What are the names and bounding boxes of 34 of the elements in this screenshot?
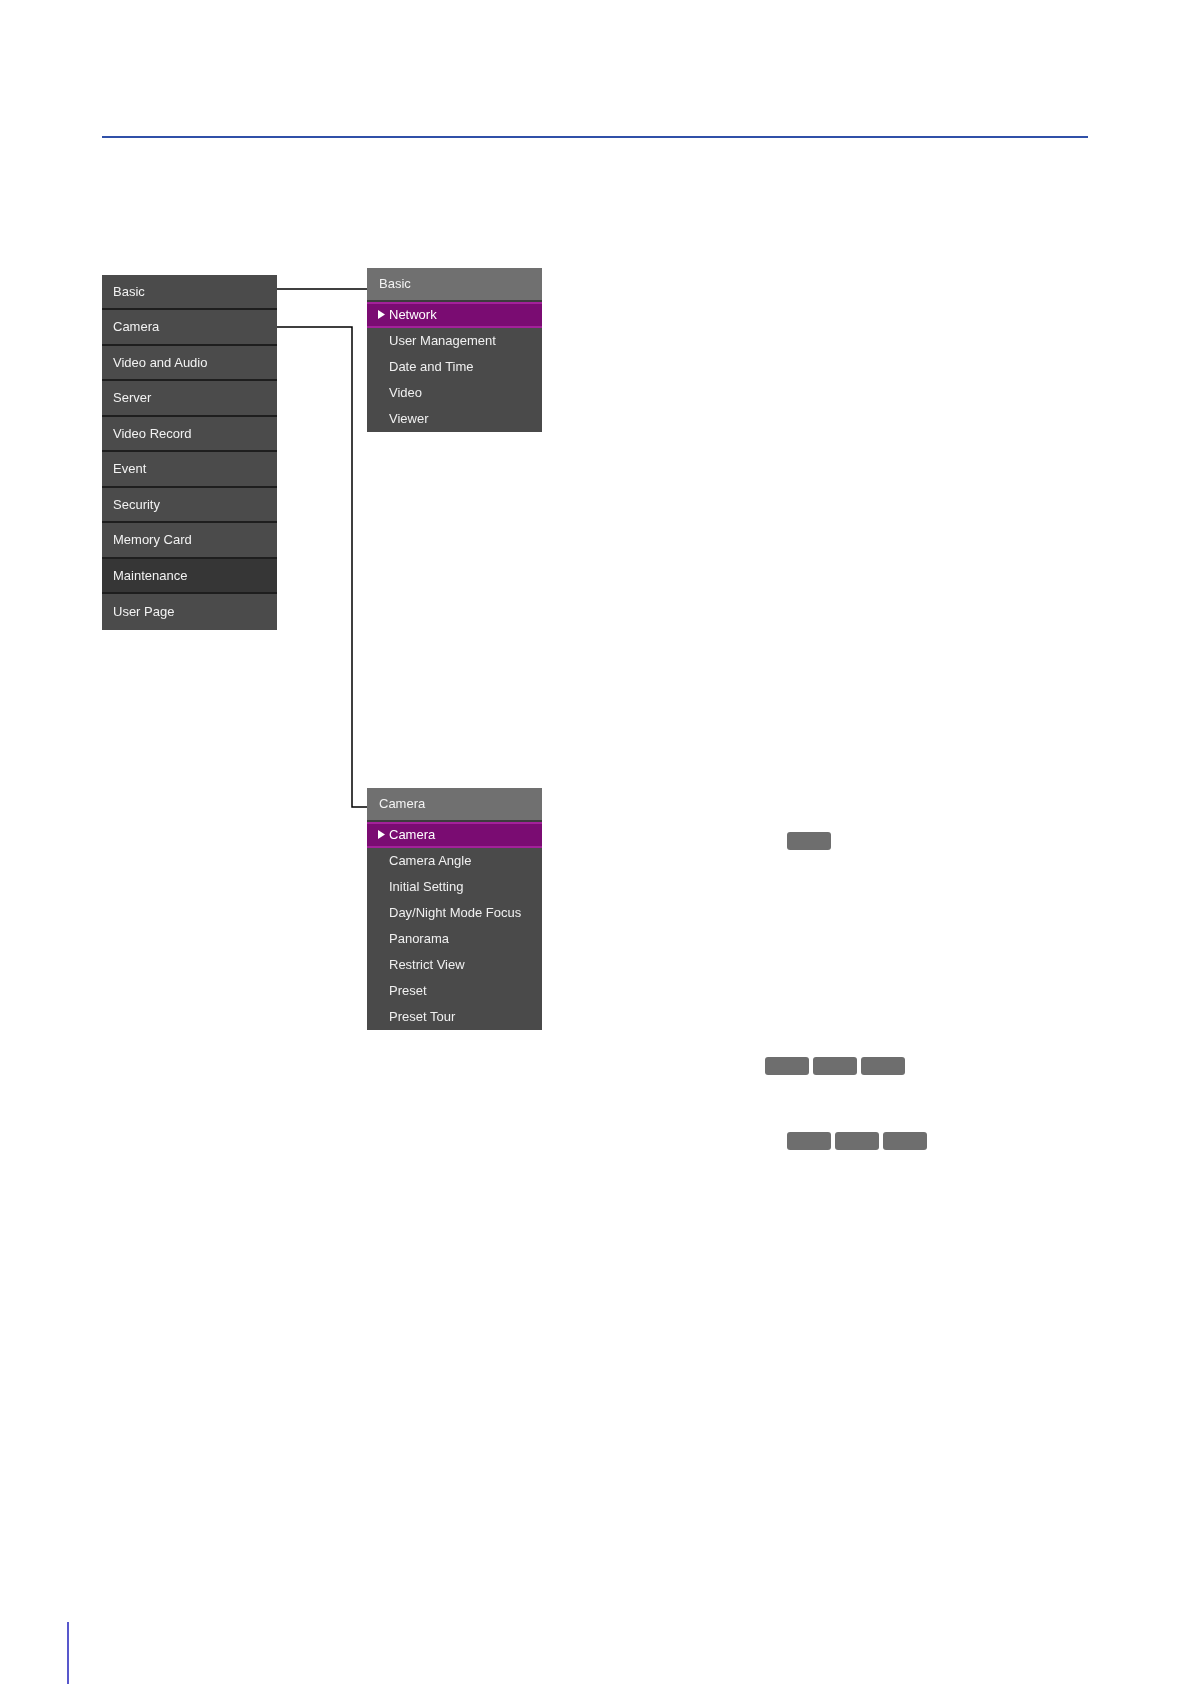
submenu-item[interactable]: Preset Tour — [367, 1003, 542, 1030]
submenu-item[interactable]: Camera Angle — [367, 847, 542, 874]
submenu-item[interactable]: User Management — [367, 327, 542, 354]
blank-button[interactable] — [765, 1056, 809, 1075]
submenu-item[interactable]: Day/Night Mode Focus — [367, 899, 542, 926]
menu-item[interactable]: Basic — [102, 274, 277, 310]
menu-item[interactable]: Event — [102, 452, 277, 488]
menu-item[interactable]: Security — [102, 487, 277, 523]
submenu-item[interactable]: Camera — [367, 821, 542, 848]
menu-item[interactable]: User Page — [102, 594, 277, 630]
blank-button[interactable] — [813, 1056, 857, 1075]
submenu-item[interactable]: Initial Setting — [367, 873, 542, 900]
menu-item[interactable]: Memory Card — [102, 523, 277, 559]
submenu-item[interactable]: Panorama — [367, 925, 542, 952]
blank-button[interactable] — [835, 1131, 879, 1150]
submenu-item[interactable]: Viewer — [367, 405, 542, 432]
submenu-item[interactable]: Video — [367, 379, 542, 406]
menu-item[interactable]: Server — [102, 381, 277, 417]
submenu-item[interactable]: Preset — [367, 977, 542, 1004]
blank-button[interactable] — [861, 1056, 905, 1075]
menu-item[interactable]: Video and Audio — [102, 345, 277, 381]
triangle-icon — [378, 310, 385, 319]
submenu-item[interactable]: Date and Time — [367, 353, 542, 380]
blank-button[interactable] — [883, 1131, 927, 1150]
submenu-item[interactable]: Restrict View — [367, 951, 542, 978]
submenu-header: Basic — [367, 267, 542, 302]
menu-item[interactable]: Video Record — [102, 416, 277, 452]
blank-button[interactable] — [787, 1131, 831, 1150]
menu-item[interactable]: Camera — [102, 310, 277, 346]
submenu-header: Camera — [367, 787, 542, 822]
triangle-icon — [378, 830, 385, 839]
menu-item[interactable]: Maintenance — [102, 558, 277, 594]
blank-button[interactable] — [787, 831, 831, 850]
submenu-item[interactable]: Network — [367, 301, 542, 328]
